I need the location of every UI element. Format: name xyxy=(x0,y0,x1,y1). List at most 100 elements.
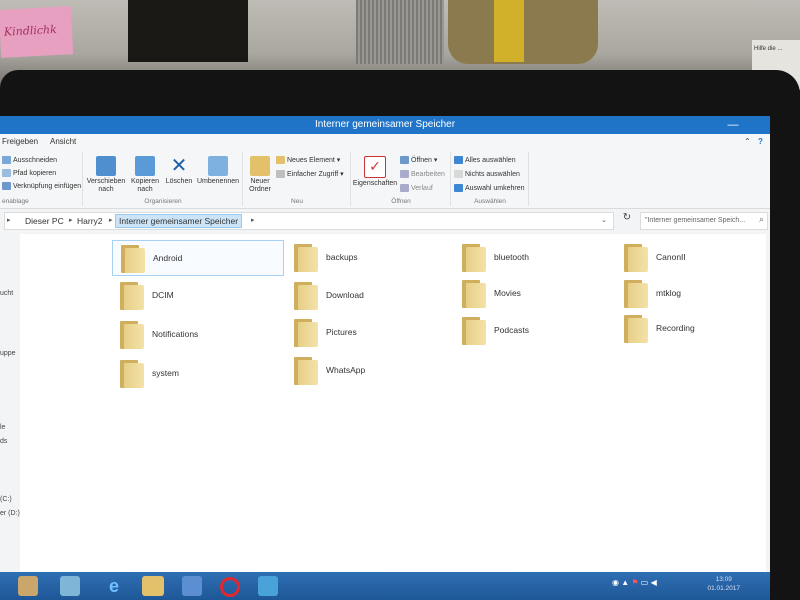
window-title: Interner gemeinsamer Speicher xyxy=(314,119,456,130)
easy-access-button[interactable]: Einfacher Zugriff ▾ xyxy=(276,170,344,179)
folder-name: Pictures xyxy=(326,327,357,337)
easy-access-icon xyxy=(276,170,285,179)
clock[interactable]: 13:09 01.01.2017 xyxy=(707,575,740,593)
folder-name: Download xyxy=(326,290,364,300)
folder-item[interactable]: Download xyxy=(286,278,456,312)
invert-selection-button[interactable]: Auswahl umkehren xyxy=(454,184,525,192)
breadcrumb-separator-icon[interactable]: ▸ xyxy=(251,216,255,224)
folder-name: WhatsApp xyxy=(326,365,366,375)
cut-button[interactable]: Ausschneiden xyxy=(2,156,57,164)
nav-item[interactable]: uppe xyxy=(0,350,16,357)
invert-selection-icon xyxy=(454,184,463,192)
navigation-pane: ucht uppe le ds (C:) er (D:) xyxy=(0,234,20,594)
nav-item-drive-c[interactable]: (C:) xyxy=(0,496,12,503)
folder-item[interactable]: Notifications xyxy=(112,317,282,351)
select-none-icon xyxy=(454,170,463,178)
folder-item[interactable]: DCIM xyxy=(112,278,282,312)
taskbar: e ◉ ▲ ⚑ ▭ ◀ 13:09 01.01.2017 xyxy=(0,572,770,600)
folder-icon xyxy=(121,245,145,273)
edit-button[interactable]: Bearbeiten xyxy=(400,170,445,178)
edit-icon xyxy=(400,170,409,178)
minimize-button[interactable]: — xyxy=(722,116,744,134)
opera-icon[interactable] xyxy=(220,577,240,597)
group-label-new: Neu xyxy=(291,198,303,205)
folder-icon xyxy=(294,244,318,272)
breadcrumb-dieser-pc[interactable]: Dieser PC xyxy=(25,216,64,226)
volume-icon[interactable]: ◀ xyxy=(651,578,657,587)
search-icon[interactable]: ⌕ xyxy=(759,214,764,225)
refresh-icon[interactable]: ↻ xyxy=(618,212,636,228)
folder-item[interactable]: Pictures xyxy=(286,315,456,349)
help-icon[interactable]: ? xyxy=(758,137,763,146)
folder-item[interactable]: Movies xyxy=(454,276,624,310)
group-label-clipboard: enablage xyxy=(2,198,29,205)
new-folder-button[interactable]: Neuer Ordner xyxy=(246,156,274,194)
copy-to-button[interactable]: Kopieren nach xyxy=(128,156,162,194)
rename-button[interactable]: Umbenennen xyxy=(196,156,240,186)
move-to-button[interactable]: Verschieben nach xyxy=(86,156,126,194)
folder-item[interactable]: backups xyxy=(286,240,456,274)
folder-icon xyxy=(462,244,486,272)
breadcrumb-separator-icon[interactable]: ▸ xyxy=(69,216,73,224)
folder-icon xyxy=(120,282,144,310)
tray-chevron-icon[interactable]: ▲ xyxy=(621,578,629,587)
new-item-button[interactable]: Neues Element ▾ xyxy=(276,156,340,165)
group-select: Alles auswählen Nichts auswählen Auswahl… xyxy=(452,152,529,206)
folder-item[interactable]: CanonII xyxy=(616,240,756,274)
select-all-button[interactable]: Alles auswählen xyxy=(454,156,516,164)
photos-icon[interactable] xyxy=(258,576,278,596)
app-taskbar-icon[interactable] xyxy=(60,576,80,596)
nav-item[interactable]: ds xyxy=(0,438,7,445)
explorer-taskbar-icon[interactable] xyxy=(18,576,38,596)
folder-item[interactable]: bluetooth xyxy=(454,240,624,274)
new-folder-icon xyxy=(250,156,270,176)
copy-path-button[interactable]: Pfad kopieren xyxy=(2,169,56,177)
select-none-button[interactable]: Nichts auswählen xyxy=(454,170,520,178)
address-dropdown-icon[interactable]: ⌄ xyxy=(601,216,607,224)
network-icon[interactable]: ◉ xyxy=(612,578,619,587)
folder-name: Movies xyxy=(494,288,521,298)
copy-path-icon xyxy=(2,169,11,177)
folder-item[interactable]: Podcasts xyxy=(454,313,624,347)
sticky-note: Kindlichk xyxy=(0,6,74,58)
folder-item[interactable]: system xyxy=(112,356,282,390)
folder-item[interactable]: Recording xyxy=(616,311,756,345)
properties-button[interactable]: ✓ Eigenschaften xyxy=(352,156,398,188)
nav-item-drive-d[interactable]: er (D:) xyxy=(0,510,20,517)
file-explorer-icon[interactable] xyxy=(142,576,164,596)
shortcut-icon xyxy=(2,182,11,190)
open-button[interactable]: Öffnen ▾ xyxy=(400,156,437,165)
search-input[interactable]: "Interner gemeinsamer Speich... ⌕ xyxy=(640,212,768,230)
folder-icon xyxy=(294,319,318,347)
speaker-grille xyxy=(356,0,444,64)
address-bar[interactable]: ▸ Dieser PC ▸ Harry2 ▸ Interner gemeinsa… xyxy=(4,212,614,230)
screen: Interner gemeinsamer Speicher — Freigebe… xyxy=(0,116,770,600)
file-list: Android backups bluetooth CanonII DCIM D… xyxy=(20,234,766,594)
clock-time: 13:09 xyxy=(715,576,732,583)
store-icon[interactable] xyxy=(182,576,202,596)
flag-icon[interactable]: ⚑ xyxy=(631,578,638,587)
folder-item[interactable]: WhatsApp xyxy=(286,353,456,387)
select-all-icon xyxy=(454,156,463,164)
nav-item[interactable]: ucht xyxy=(0,290,13,297)
folder-item[interactable]: Android xyxy=(112,240,284,276)
tab-freigeben[interactable]: Freigeben xyxy=(2,137,38,146)
breadcrumb-current-folder[interactable]: Interner gemeinsamer Speicher xyxy=(115,214,243,228)
history-button[interactable]: Verlauf xyxy=(400,184,433,192)
battery-icon[interactable]: ▭ xyxy=(641,578,649,587)
delete-button[interactable]: ✕ Löschen xyxy=(164,156,194,186)
nav-item[interactable]: le xyxy=(0,424,5,431)
paste-shortcut-button[interactable]: Verknüpfung einfügen xyxy=(2,182,81,190)
tab-ansicht[interactable]: Ansicht xyxy=(50,137,76,146)
notification-tray[interactable]: ◉ ▲ ⚑ ▭ ◀ xyxy=(612,578,657,587)
group-label-select: Auswählen xyxy=(474,198,506,205)
window-titlebar[interactable]: Interner gemeinsamer Speicher — xyxy=(0,116,770,134)
folder-name: backups xyxy=(326,252,358,262)
folder-name: Android xyxy=(153,253,183,263)
collapse-ribbon-icon[interactable]: ⌃ xyxy=(744,137,751,146)
breadcrumb-separator-icon[interactable]: ▸ xyxy=(109,216,113,224)
internet-explorer-icon[interactable]: e xyxy=(104,576,124,596)
breadcrumb-harry2[interactable]: Harry2 xyxy=(77,216,103,226)
open-icon xyxy=(400,156,409,165)
folder-item[interactable]: mtklog xyxy=(616,276,756,310)
